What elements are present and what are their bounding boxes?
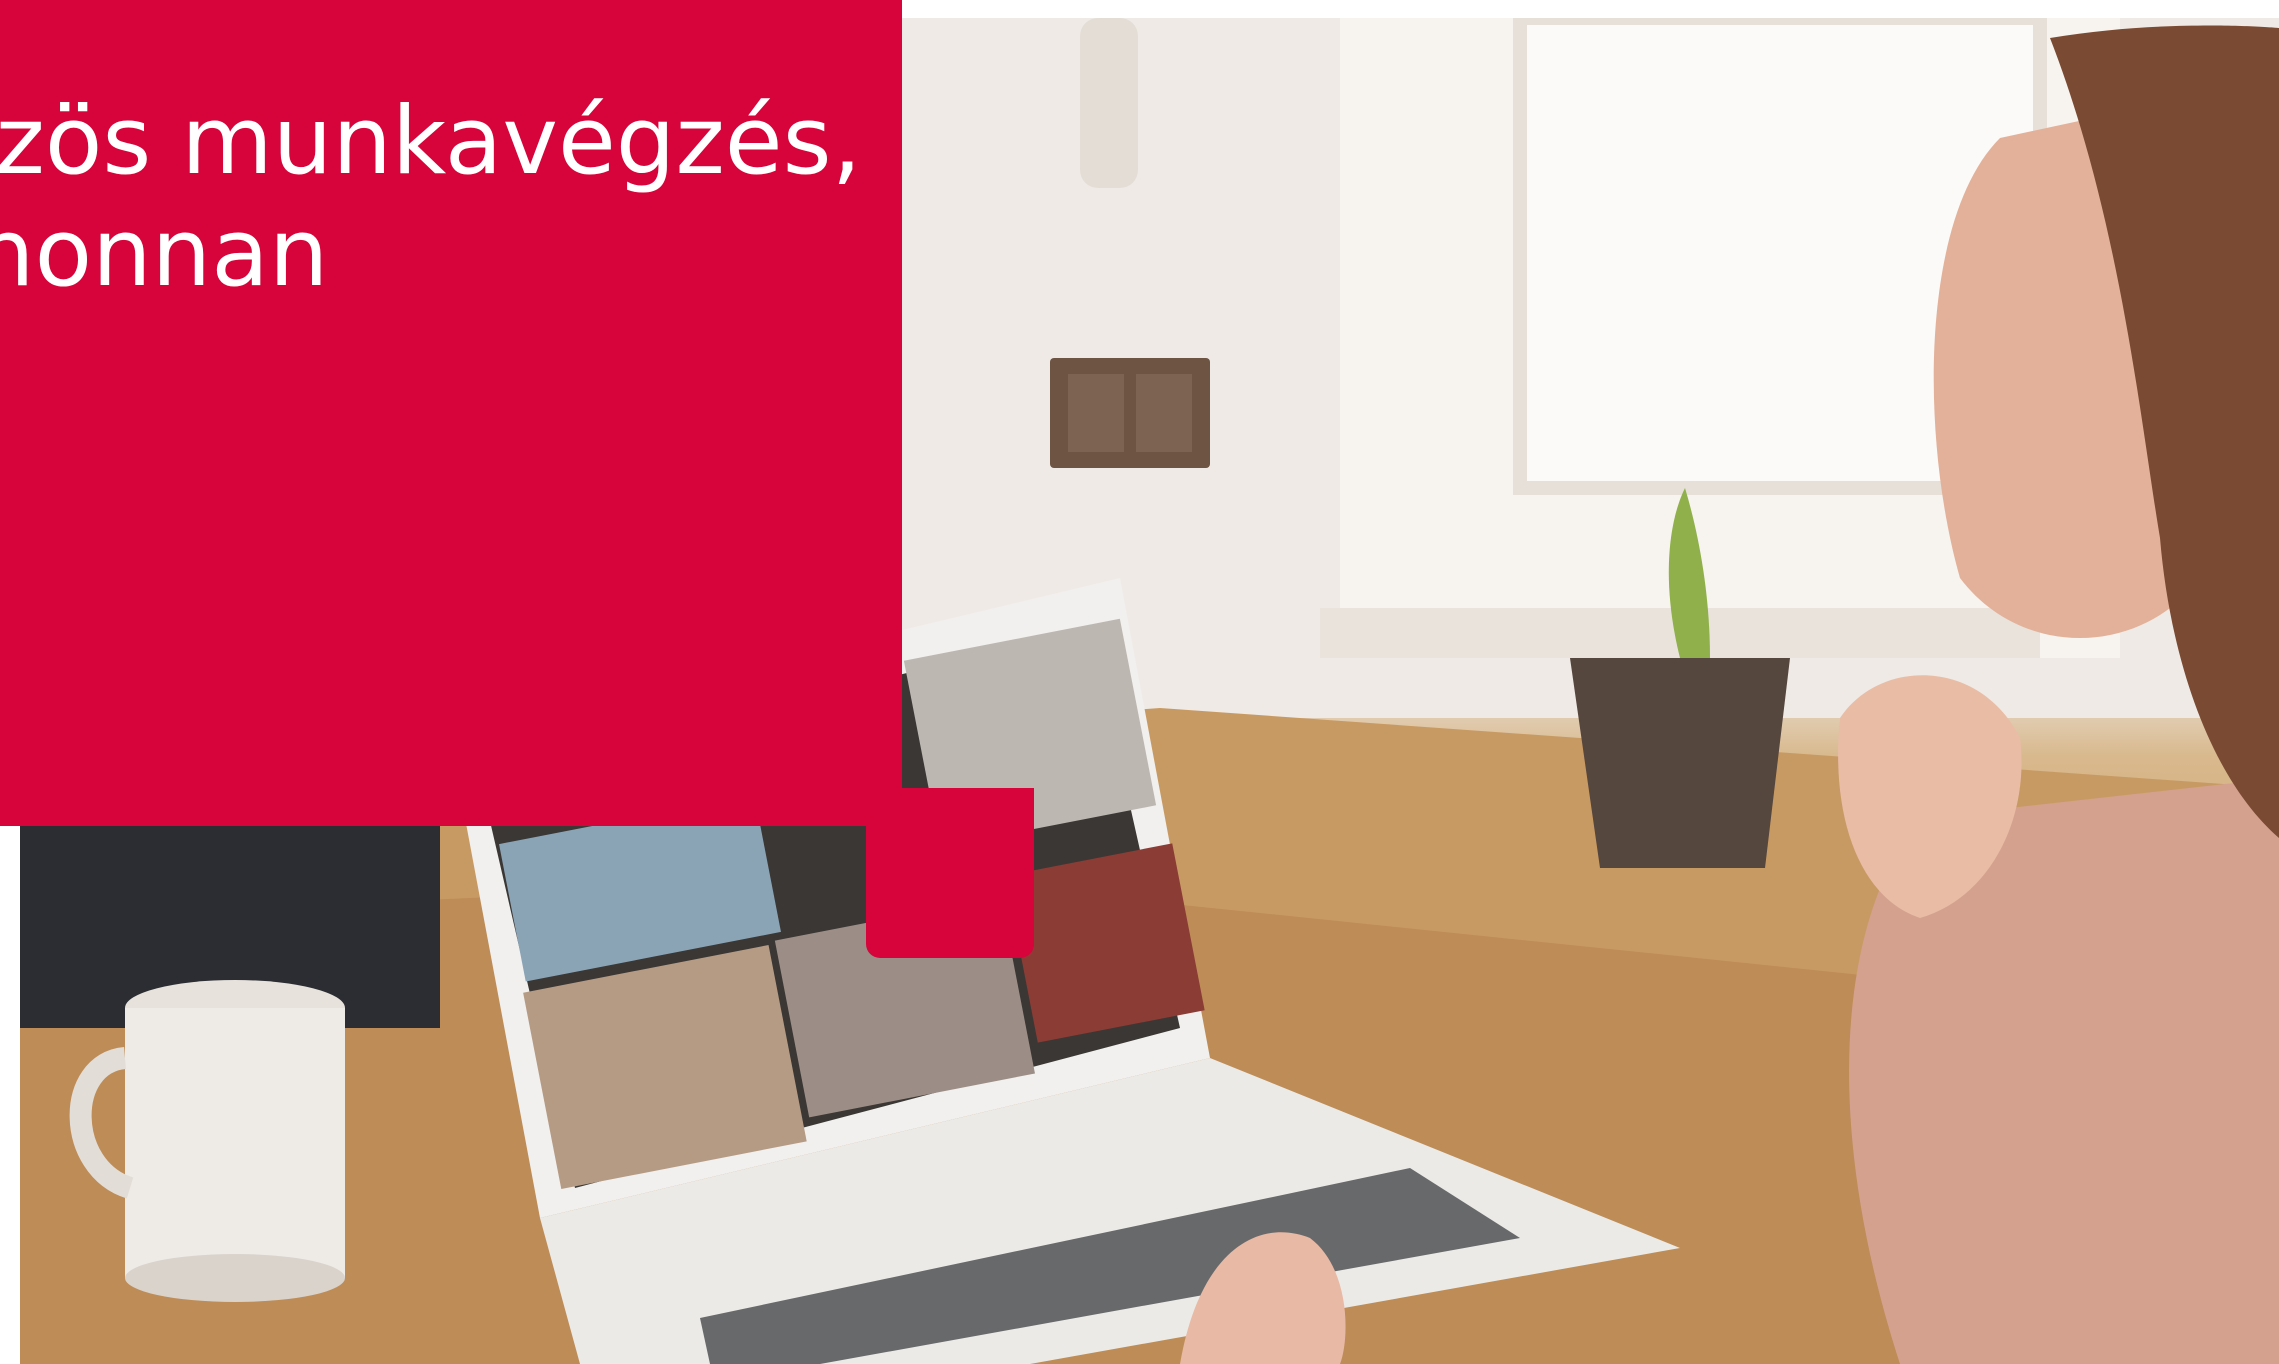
headline-line-1: özös munkavégzés, (0, 87, 862, 196)
page-title: özös munkavégzés, rhonnan (0, 86, 861, 310)
headline-line-2: rhonnan (0, 199, 329, 308)
panel-notch (866, 788, 896, 828)
